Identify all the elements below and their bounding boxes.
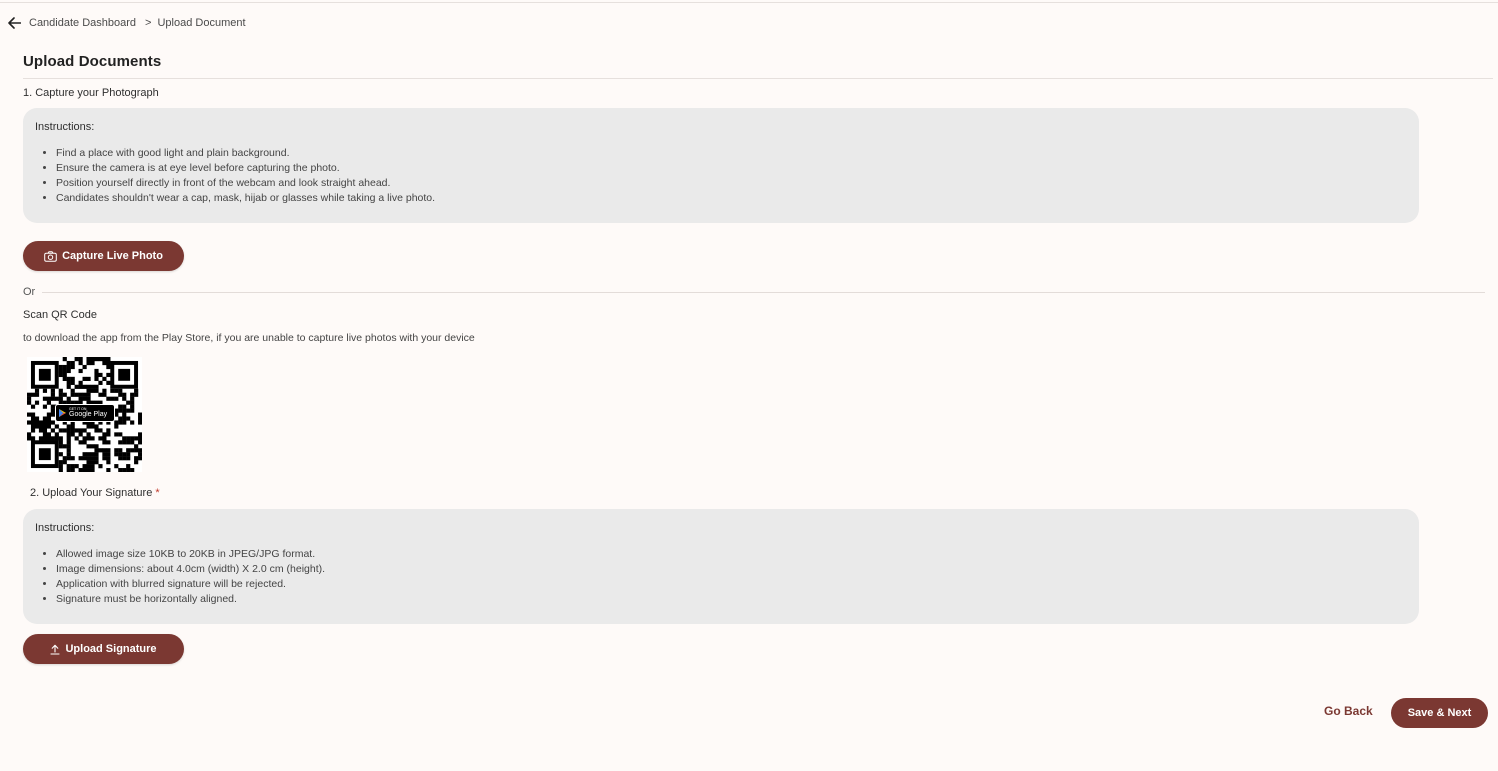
title-divider — [23, 78, 1493, 79]
go-back-button[interactable]: Go Back — [1324, 704, 1373, 718]
instruction-item: Image dimensions: about 4.0cm (width) X … — [56, 562, 1407, 577]
instruction-item: Ensure the camera is at eye level before… — [56, 161, 1407, 176]
camera-icon — [44, 250, 57, 262]
breadcrumb-separator: > — [145, 17, 152, 29]
signature-label-text: 2. Upload Your Signature — [30, 487, 153, 499]
instruction-item: Candidates shouldn't wear a cap, mask, h… — [56, 191, 1407, 206]
breadcrumb-current: Upload Document — [157, 17, 246, 29]
play-store-qr-code: GET IT ON Google Play — [27, 357, 143, 473]
instructions-title: Instructions: — [35, 522, 95, 534]
instruction-item: Application with blurred signature will … — [56, 577, 1407, 592]
breadcrumb-dashboard-link[interactable]: Candidate Dashboard — [29, 17, 136, 29]
photo-section-label: 1. Capture your Photograph — [23, 87, 159, 99]
page-title: Upload Documents — [23, 53, 162, 70]
instruction-item: Find a place with good light and plain b… — [56, 146, 1407, 161]
google-play-badge: GET IT ON Google Play — [55, 404, 115, 422]
or-label: Or — [23, 286, 36, 298]
or-divider-line — [42, 291, 1485, 293]
instruction-item: Position yourself directly in front of t… — [56, 176, 1407, 191]
breadcrumb: Candidate Dashboard > Upload Document — [6, 14, 246, 32]
instructions-title: Instructions: — [35, 121, 95, 133]
badge-big-text: Google Play — [69, 411, 108, 419]
photo-instructions-panel: Instructions: Find a place with good lig… — [23, 108, 1419, 223]
instruction-item: Allowed image size 10KB to 20KB in JPEG/… — [56, 547, 1407, 562]
top-divider — [0, 2, 1498, 3]
qr-section-title: Scan QR Code — [23, 309, 97, 321]
upload-icon — [50, 644, 61, 655]
signature-section-label: 2. Upload Your Signature * — [30, 487, 160, 499]
signature-instructions-list: Allowed image size 10KB to 20KB in JPEG/… — [35, 547, 1407, 607]
save-next-button[interactable]: Save & Next — [1391, 698, 1488, 728]
upload-button-label: Upload Signature — [65, 643, 157, 655]
required-asterisk: * — [155, 487, 160, 499]
back-arrow-icon[interactable] — [6, 15, 22, 31]
capture-button-label: Capture Live Photo — [62, 250, 163, 262]
upload-signature-button[interactable]: Upload Signature — [23, 634, 184, 664]
or-divider: Or — [23, 286, 1485, 298]
signature-instructions-panel: Instructions: Allowed image size 10KB to… — [23, 509, 1419, 624]
play-store-icon — [59, 409, 66, 417]
photo-instructions-list: Find a place with good light and plain b… — [35, 146, 1407, 206]
qr-section-description: to download the app from the Play Store,… — [23, 332, 475, 344]
instruction-item: Signature must be horizontally aligned. — [56, 592, 1407, 607]
capture-live-photo-button[interactable]: Capture Live Photo — [23, 241, 184, 271]
